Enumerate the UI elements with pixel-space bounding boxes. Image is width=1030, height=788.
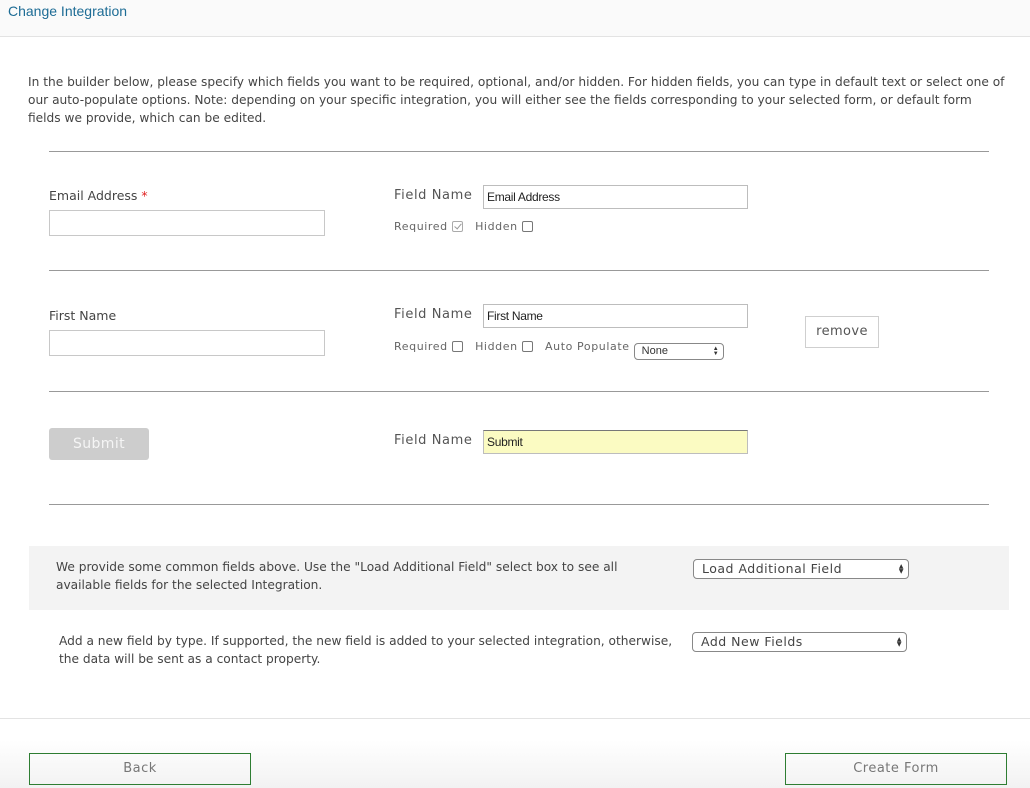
select-arrows-icon: ▲ ▼ (896, 636, 902, 648)
required-star: * (141, 188, 148, 203)
auto-populate-label: Auto Populate (545, 340, 630, 353)
remove-button[interactable]: remove (805, 316, 879, 348)
add-new-text: Add a new field by type. If supported, t… (59, 634, 673, 666)
auto-populate-select[interactable]: None ▲ ▼ (633, 343, 724, 360)
field-name-label: Field Name (394, 188, 473, 203)
first-name-field-name-input[interactable]: First Name (483, 304, 748, 328)
add-new-fields-select[interactable]: Add New Fields ▲ ▼ (692, 632, 907, 652)
submit-preview-button: Submit (49, 428, 149, 460)
change-integration-link[interactable]: Change Integration (8, 3, 127, 19)
load-additional-field-select[interactable]: Load Additional Field ▲ ▼ (693, 559, 909, 579)
email-label-text: Email Address (49, 188, 138, 203)
divider (49, 270, 989, 271)
hidden-label: Hidden (475, 220, 518, 233)
top-bar: Change Integration (0, 0, 1030, 37)
email-field-name-input[interactable]: Email Address (483, 185, 748, 209)
first-name-options: Required Hidden Auto Populate None ▲ ▼ (394, 340, 724, 360)
email-preview-input[interactable] (49, 210, 325, 236)
select-arrows-icon: ▲ ▼ (712, 345, 719, 357)
footer-divider (0, 718, 1030, 719)
first-name-required-checkbox[interactable] (451, 341, 463, 352)
load-additional-value: Load Additional Field (702, 561, 843, 576)
field-name-label: Field Name (394, 307, 473, 322)
first-name-hidden-checkbox[interactable] (521, 341, 533, 352)
field-name-label: Field Name (394, 433, 473, 448)
required-label: Required (394, 220, 448, 233)
first-name-preview-input[interactable] (49, 330, 325, 356)
divider (49, 504, 989, 505)
select-arrows-icon: ▲ ▼ (898, 563, 904, 575)
load-additional-text: We provide some common fields above. Use… (56, 560, 618, 592)
email-required-checkbox[interactable] (451, 221, 463, 232)
divider (49, 391, 989, 392)
first-name-preview-label: First Name (49, 308, 117, 323)
required-label: Required (394, 340, 448, 353)
auto-populate-value: None (641, 345, 668, 357)
add-new-value: Add New Fields (701, 634, 803, 649)
email-hidden-checkbox[interactable] (521, 221, 533, 232)
divider (49, 151, 989, 152)
create-form-button[interactable]: Create Form (785, 753, 1007, 785)
submit-field-name-input[interactable]: Submit (483, 430, 748, 454)
email-preview-label: Email Address * (49, 188, 148, 203)
email-options: Required Hidden (394, 220, 533, 233)
hidden-label: Hidden (475, 340, 518, 353)
back-button[interactable]: Back (29, 753, 251, 785)
intro-text: In the builder below, please specify whi… (28, 75, 1005, 125)
